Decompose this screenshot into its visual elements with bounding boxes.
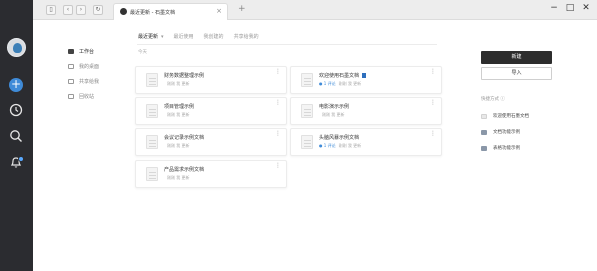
file-card[interactable]: 财务数据整理示例 刚刚 我 更新 ⋮ [135,66,287,94]
shortcut-item[interactable]: 文档功能示例 [481,129,520,135]
title-bar: ▯ ‹ › ↻ 最近更新 - 石墨文档 × + − □ ✕ [33,0,597,20]
tab-label: 最近更新 [138,34,159,40]
reload-button[interactable]: ↻ [93,5,103,15]
more-options-icon[interactable]: ⋮ [430,131,436,137]
file-title: 会议记录示例文档 [164,135,205,141]
nav-label: 工作台 [79,49,95,55]
left-rail: + [0,0,33,271]
avatar[interactable] [7,38,26,57]
secondary-nav: 工作台 我的桌面 共享给我 回收站 [60,44,120,104]
sidebar-toggle-button[interactable]: ▯ [46,5,56,15]
file-meta: ● 1 评论 刚刚 我 更新 [319,143,361,149]
nav-label: 我的桌面 [79,64,100,70]
more-options-icon[interactable]: ⋮ [275,100,281,106]
file-title: 项目管理示例 [164,104,195,110]
minimize-button[interactable]: − [548,2,560,14]
file-meta: 刚刚 我 更新 [164,175,190,181]
comment-count: ● 1 评论 [319,81,336,86]
trash-icon [68,94,74,99]
file-title: 产品需求示例文档 [164,167,205,173]
document-icon [146,73,158,87]
update-info: 刚刚 我 更新 [338,81,362,86]
main-tabs: 最近更新 ▾ 最近使用 我创建的 共享给我的 [138,33,259,40]
new-button[interactable]: 新建 [481,51,552,64]
document-icon [301,135,313,149]
file-meta: 刚刚 我 更新 [164,112,190,118]
back-button[interactable]: ‹ [63,5,73,15]
document-icon [146,135,158,149]
document-icon [301,73,313,87]
forward-button[interactable]: › [76,5,86,15]
tab-label: 最近更新 - 石墨文档 [130,10,175,16]
nav-item-shared-with-me[interactable]: 共享给我 [68,74,120,89]
document-icon [146,167,158,181]
shimo-logo-icon [120,8,127,15]
close-window-button[interactable]: ✕ [580,2,592,14]
more-options-icon[interactable]: ⋮ [275,69,281,75]
more-options-icon[interactable]: ⋮ [430,69,436,75]
folder-icon [481,145,487,151]
update-info: 刚刚 我 更新 [167,175,190,180]
nav-item-workbench[interactable]: 工作台 [68,44,120,59]
shortcut-item[interactable]: 表格功能示例 [481,145,520,151]
shortcut-label: 表格功能示例 [493,146,520,151]
shortcut-item[interactable]: 欢迎使用石墨文档 [481,113,529,119]
update-info: 刚刚 我 更新 [167,112,190,117]
maximize-button[interactable]: □ [564,2,576,14]
file-card[interactable]: 项目管理示例 刚刚 我 更新 ⋮ [135,97,287,125]
clock-icon[interactable] [9,103,23,117]
nav-label: 共享给我 [79,79,100,85]
tab-divider [137,44,437,45]
tab-recent-updated[interactable]: 最近更新 ▾ [138,33,164,40]
update-info: 刚刚 我 更新 [338,143,362,148]
document-icon [301,104,313,118]
folder-icon [481,129,487,135]
shared-icon [68,79,74,84]
shortcut-label: 欢迎使用石墨文档 [493,114,529,119]
nav-label: 回收站 [79,94,95,100]
file-meta: ● 1 评论 刚刚 我 更新 [319,81,361,87]
new-tab-button[interactable]: + [238,5,246,14]
file-title-text: 欢迎使用石墨文档 [319,73,360,79]
shortcut-label: 文档功能示例 [493,130,520,135]
create-plus-button[interactable]: + [9,78,23,92]
notification-dot [18,156,24,162]
tab-recent-used[interactable]: 最近使用 [174,33,194,40]
tab-recent-updates[interactable]: 最近更新 - 石墨文档 × [113,3,228,20]
update-info: 刚刚 我 更新 [167,143,190,148]
workbench-icon [68,49,74,54]
file-card[interactable]: 会议记录示例文档 刚刚 我 更新 ⋮ [135,128,287,156]
bookmark-icon [362,73,367,78]
chevron-down-icon: ▾ [161,34,164,40]
file-title: 头脑风暴示例文档 [319,135,360,141]
file-meta: 刚刚 我 更新 [164,81,190,87]
file-card[interactable]: 欢迎使用石墨文档 ● 1 评论 刚刚 我 更新 ⋮ [290,66,442,94]
update-info: 刚刚 我 更新 [167,81,190,86]
shortcuts-heading: 快捷方式 ⓘ [481,97,505,102]
document-icon [146,104,158,118]
document-icon [481,113,487,119]
more-options-icon[interactable]: ⋮ [430,100,436,106]
tab-created-by-me[interactable]: 我创建的 [204,33,224,40]
nav-item-trash[interactable]: 回收站 [68,89,120,104]
file-meta: 刚刚 我 更新 [319,112,345,118]
comment-count: ● 1 评论 [319,143,336,148]
tab-shared-to-me[interactable]: 共享给我的 [234,33,259,40]
tab-close-icon[interactable]: × [216,7,222,15]
update-info: 刚刚 我 更新 [322,112,345,117]
import-button[interactable]: 导入 [481,67,552,80]
nav-item-my-desktop[interactable]: 我的桌面 [68,59,120,74]
file-card[interactable]: 头脑风暴示例文档 ● 1 评论 刚刚 我 更新 ⋮ [290,128,442,156]
search-icon[interactable] [9,129,23,143]
file-title: 财务数据整理示例 [164,73,205,79]
file-card[interactable]: 电影演示示例 刚刚 我 更新 ⋮ [290,97,442,125]
file-title: 欢迎使用石墨文档 [319,72,367,79]
file-card[interactable]: 产品需求示例文档 刚刚 我 更新 ⋮ [135,160,287,188]
file-title: 电影演示示例 [319,104,350,110]
desktop-icon [68,64,74,69]
file-meta: 刚刚 我 更新 [164,143,190,149]
more-options-icon[interactable]: ⋮ [275,163,281,169]
section-today: 今天 [138,50,147,55]
more-options-icon[interactable]: ⋮ [275,131,281,137]
